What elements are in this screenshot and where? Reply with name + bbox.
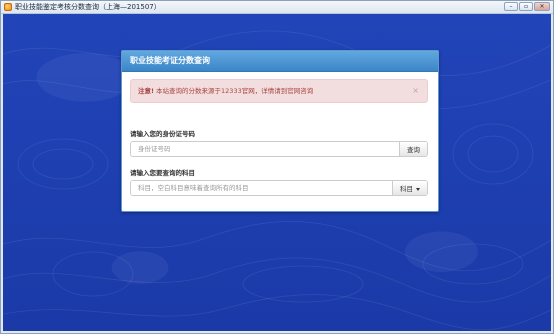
query-button[interactable]: 查询 [399,142,427,156]
notice-alert: 注意! 本站查询的分数来源于12333官网，详情请到官网咨询 × [130,79,428,103]
app-icon [4,3,12,11]
restore-button[interactable]: ▫ [519,2,533,11]
subject-label: 请输入您要查询的科目 [130,169,195,177]
panel-heading: 职业技能考证分数查询 [122,51,438,72]
minimize-icon: – [509,3,513,10]
window-title: 职业技能鉴定考核分数查询（上海—201507） [15,3,161,11]
id-input-group: 查询 [130,141,428,157]
content-area: 职业技能考证分数查询 注意! 本站查询的分数来源于12333官网，详情请到官网咨… [3,14,551,331]
subject-input[interactable] [131,181,392,195]
app-window: 职业技能鉴定考核分数查询（上海—201507） – ▫ ✕ 职业技能考证分数查询… [0,0,554,334]
title-bar[interactable]: 职业技能鉴定考核分数查询（上海—201507） – ▫ ✕ [1,1,553,14]
window-controls: – ▫ ✕ [504,2,550,12]
caret-down-icon [416,187,420,191]
query-panel: 职业技能考证分数查询 注意! 本站查询的分数来源于12333官网，详情请到官网咨… [121,50,439,212]
id-label: 请输入您的身份证号码 [130,130,195,138]
alert-close-icon[interactable]: × [412,80,419,102]
id-number-input[interactable] [131,142,399,156]
subject-input-group: 科目 [130,180,428,196]
subject-dropdown-button[interactable]: 科目 [392,181,427,195]
close-button[interactable]: ✕ [534,2,550,11]
alert-strong: 注意! [138,87,154,95]
restore-icon: ▫ [523,3,529,10]
close-icon: ✕ [539,3,545,10]
alert-text: 本站查询的分数来源于12333官网，详情请到官网咨询 [153,87,314,95]
minimize-button[interactable]: – [504,2,518,11]
subject-dropdown-label: 科目 [400,185,413,193]
